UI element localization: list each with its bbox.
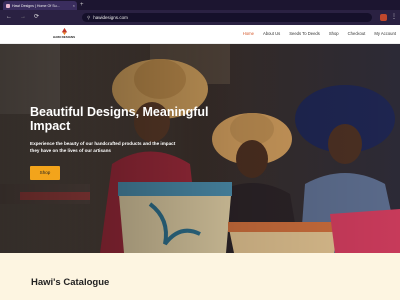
forward-icon[interactable]: → xyxy=(20,13,26,21)
main-nav: Home About Us Seeds To Deeds Shop Checko… xyxy=(234,30,396,38)
reload-icon[interactable]: ⟳ xyxy=(34,13,39,21)
back-icon[interactable]: ← xyxy=(6,13,12,21)
extension-icon[interactable] xyxy=(380,14,387,21)
hero-subtitle: Experience the beauty of our handcrafted… xyxy=(30,141,176,153)
url-text: hawidesigns.com xyxy=(93,15,128,20)
nav-my-account[interactable]: My Account xyxy=(374,30,396,38)
address-bar: ← → ⟳ ⚲ hawidesigns.com ⋮ xyxy=(0,10,400,25)
hero-title: Beautiful Designs, Meaningful Impact xyxy=(30,105,209,133)
catalogue-section: Hawi's Catalogue xyxy=(0,253,400,300)
catalogue-title: Hawi's Catalogue xyxy=(31,277,110,288)
url-field[interactable]: ⚲ hawidesigns.com xyxy=(82,13,372,22)
tab-close-icon[interactable]: × xyxy=(73,3,75,8)
nav-about-us[interactable]: About Us xyxy=(263,30,280,38)
tab-title: Hawi Designs | Home Of Su... xyxy=(12,3,60,8)
nav-home[interactable]: Home xyxy=(243,30,254,38)
site-header: HAWI DESIGNS Home About Us Seeds To Deed… xyxy=(0,25,400,44)
site-info-icon[interactable]: ⚲ xyxy=(87,15,90,21)
nav-seeds-to-deeds[interactable]: Seeds To Deeds xyxy=(289,30,320,38)
shop-button[interactable]: Shop xyxy=(30,166,60,180)
logo-text: HAWI DESIGNS xyxy=(52,35,76,39)
menu-icon[interactable]: ⋮ xyxy=(391,13,397,20)
nav-shop[interactable]: Shop xyxy=(329,30,339,38)
browser-tab[interactable]: Hawi Designs | Home Of Su... × xyxy=(3,1,77,10)
browser-window: Hawi Designs | Home Of Su... × + ← → ⟳ ⚲… xyxy=(0,0,400,300)
site-logo[interactable]: HAWI DESIGNS xyxy=(52,27,76,43)
hero-text: Beautiful Designs, Meaningful Impact Exp… xyxy=(30,105,230,154)
hero-section: Beautiful Designs, Meaningful Impact Exp… xyxy=(0,44,400,253)
nav-checkout[interactable]: Checkout xyxy=(348,30,366,38)
favicon-icon xyxy=(6,3,10,8)
new-tab-button[interactable]: + xyxy=(80,1,84,9)
tab-strip: Hawi Designs | Home Of Su... × + xyxy=(0,0,400,10)
